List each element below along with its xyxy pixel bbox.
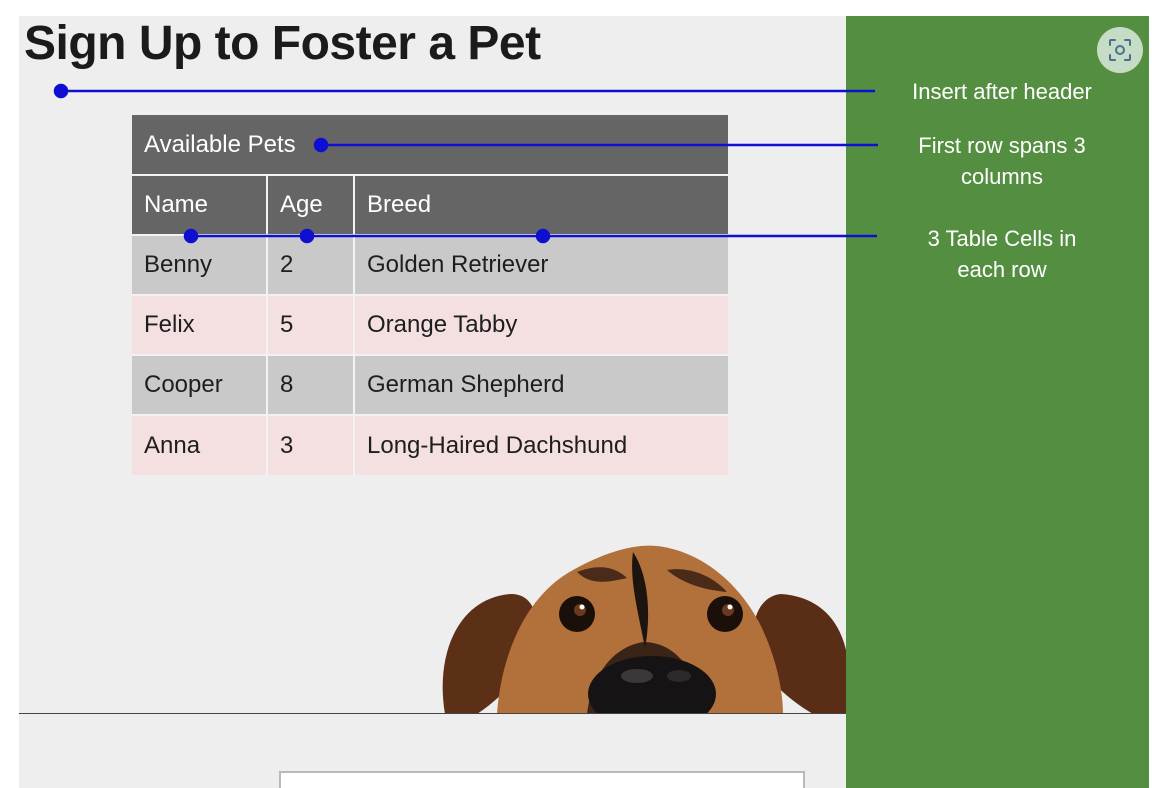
annotation-arrows [53,83,878,244]
arrow-dot-cell-name [183,228,199,244]
arrow-dot-caption [313,137,329,153]
arrow-dot-cell-age [299,228,315,244]
arrow-dot-header [53,83,69,99]
arrow-dot-cell-breed [535,228,551,244]
